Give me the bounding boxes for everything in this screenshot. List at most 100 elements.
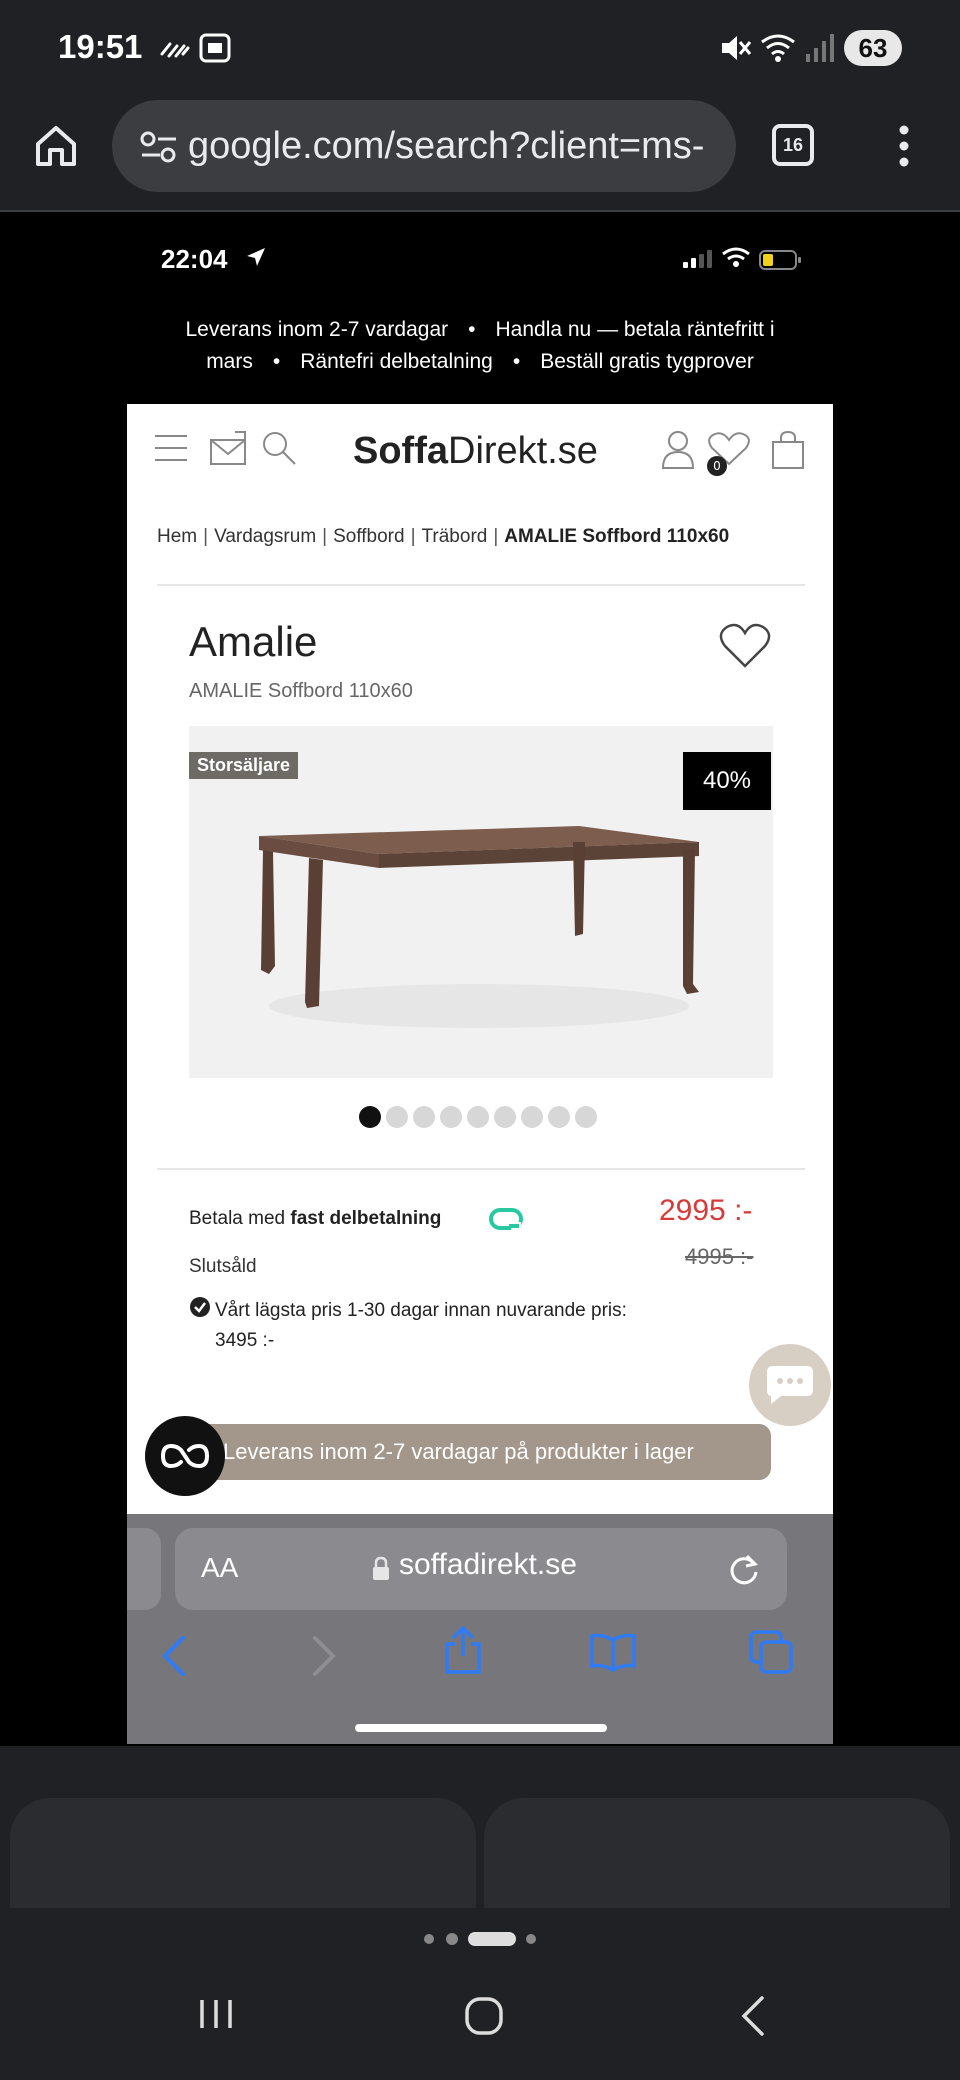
- stock-status: Slutsåld: [189, 1256, 257, 1277]
- payment-info: Betala med fast delbetalning: [189, 1208, 441, 1230]
- bookmarks-icon[interactable]: [589, 1632, 637, 1672]
- breadcrumb-separator: |: [493, 526, 499, 547]
- coffee-table-illustration: [259, 826, 699, 1028]
- page-indicator: [0, 1930, 960, 1950]
- bullet-separator: •: [468, 318, 476, 341]
- ios-time: 22:04: [161, 244, 228, 274]
- carousel-dot-active[interactable]: [359, 1106, 381, 1128]
- pay-prefix: Betala med: [189, 1208, 286, 1229]
- bestseller-badge: Storsäljare: [189, 752, 299, 779]
- page-dot: [446, 1933, 458, 1945]
- breadcrumb-link[interactable]: Hem: [157, 526, 197, 547]
- breadcrumb: Hem | Vardagsrum | Soffbord | Träbord | AMALIE S…: [157, 526, 729, 548]
- site-logo[interactable]: SoffaDirekt.se: [353, 430, 598, 473]
- co-button[interactable]: [145, 1416, 225, 1496]
- wifi-icon: [722, 247, 750, 267]
- installment-payment-icon[interactable]: [489, 1208, 523, 1232]
- site-header: SoffaDirekt.se 0: [127, 404, 833, 504]
- account-icon[interactable]: [661, 430, 695, 470]
- hamburger-menu-icon[interactable]: [153, 430, 189, 466]
- omnibox[interactable]: google.com/search?client=ms-: [112, 100, 736, 192]
- bullet-separator: •: [512, 350, 521, 373]
- recent-app-card[interactable]: [484, 1798, 950, 1908]
- bullet-separator: •: [272, 350, 281, 373]
- more-menu-icon[interactable]: [896, 122, 912, 170]
- cell-signal-icon: [806, 34, 834, 62]
- android-status-bar: 19:51 63: [0, 0, 960, 96]
- announcement-line: mars • Räntefri delbetalning • Beställ grati…: [127, 350, 833, 374]
- home-indicator: [355, 1724, 607, 1732]
- share-icon[interactable]: [443, 1626, 483, 1676]
- reload-icon[interactable]: [727, 1552, 761, 1586]
- logo-regular: Direkt.se: [448, 430, 598, 472]
- signal-stripes-icon: [160, 42, 190, 58]
- status-time: 19:51: [58, 28, 143, 65]
- breadcrumb-separator: |: [410, 526, 416, 547]
- site-settings-icon[interactable]: [140, 130, 178, 164]
- reader-text-size-button[interactable]: AA: [201, 1552, 238, 1584]
- mute-icon: [722, 36, 752, 60]
- breadcrumb-current: AMALIE Soffbord 110x60: [504, 526, 730, 547]
- home-icon[interactable]: [32, 122, 80, 170]
- announcement-item: Leverans inom 2-7 vardagar: [185, 318, 449, 341]
- safari-url[interactable]: soffadirekt.se: [399, 1548, 577, 1582]
- infinity-loop-icon: [160, 1443, 210, 1469]
- recent-app-card[interactable]: [10, 1798, 476, 1908]
- discount-badge: 40%: [683, 752, 771, 810]
- breadcrumb-link[interactable]: Vardagsrum: [214, 526, 316, 547]
- url-text[interactable]: google.com/search?client=ms-: [188, 120, 718, 172]
- battery-icon: [759, 250, 801, 270]
- carousel-dot[interactable]: [521, 1106, 543, 1128]
- previous-tab-preview[interactable]: [127, 1528, 161, 1610]
- breadcrumb-separator: |: [203, 526, 209, 547]
- pay-method: fast delbetalning: [290, 1208, 442, 1229]
- carousel-dot[interactable]: [386, 1106, 408, 1128]
- product-image[interactable]: Storsäljare 40%: [189, 726, 773, 1078]
- forward-icon[interactable]: [311, 1636, 337, 1676]
- safari-address-bar[interactable]: AA soffadirekt.se: [175, 1528, 787, 1610]
- screenshot-icon: [199, 33, 231, 63]
- breadcrumb-link[interactable]: Soffbord: [333, 526, 404, 547]
- browser-toolbar: google.com/search?client=ms- 16: [0, 96, 960, 212]
- current-price: 2995 :-: [659, 1194, 753, 1227]
- recent-apps-icon[interactable]: [196, 1996, 236, 2032]
- lowest-price-text: Vårt lägsta pris 1-30 dagar innan nuvara…: [215, 1300, 627, 1321]
- product-subtitle: AMALIE Soffbord 110x60: [189, 680, 413, 702]
- carousel-dot[interactable]: [548, 1106, 570, 1128]
- announcement-bar: Leverans inom 2-7 vardagar • Handla nu — b…: [127, 290, 833, 404]
- carousel-dot[interactable]: [494, 1106, 516, 1128]
- search-icon[interactable]: [261, 430, 297, 466]
- newsletter-icon[interactable]: [209, 430, 249, 466]
- back-button-icon[interactable]: [738, 1996, 768, 2036]
- page-dot: [526, 1934, 536, 1944]
- announcement-item: Räntefri delbetalning: [300, 350, 493, 373]
- lock-icon: [373, 1556, 389, 1580]
- carousel-dot[interactable]: [413, 1106, 435, 1128]
- cell-bars-icon: [683, 250, 712, 268]
- home-button-icon[interactable]: [464, 1996, 504, 2036]
- wifi-icon: [761, 34, 795, 62]
- announcement-item: mars: [206, 350, 253, 373]
- lowest-price-info: Vårt lägsta pris 1-30 dagar innan nuvara…: [215, 1296, 715, 1356]
- webpage-content: 22:04 Leverans inom 2-7 vardagar • Handla …: [127, 214, 833, 1744]
- divider: [157, 1168, 805, 1170]
- breadcrumb-link[interactable]: Träbord: [422, 526, 488, 547]
- location-arrow-icon: [247, 248, 265, 266]
- cart-icon[interactable]: [771, 430, 805, 470]
- add-to-wishlist-heart-icon[interactable]: [719, 622, 771, 670]
- tabs-icon[interactable]: [749, 1630, 793, 1674]
- carousel-dot[interactable]: [575, 1106, 597, 1128]
- page-dot-active: [468, 1932, 516, 1946]
- chat-bubble-icon: [767, 1366, 813, 1404]
- logo-bold: Soffa: [353, 430, 448, 472]
- battery-indicator: 63: [844, 30, 902, 66]
- check-circle-icon: [190, 1297, 210, 1317]
- carousel-dot[interactable]: [467, 1106, 489, 1128]
- back-icon[interactable]: [161, 1636, 187, 1676]
- tab-switcher-button[interactable]: 16: [772, 124, 814, 166]
- original-price: 4995 :-: [685, 1244, 754, 1269]
- carousel-dot[interactable]: [440, 1106, 462, 1128]
- announcement-line: Leverans inom 2-7 vardagar • Handla nu — b…: [127, 318, 833, 342]
- divider: [157, 584, 805, 586]
- chat-button[interactable]: [749, 1344, 831, 1426]
